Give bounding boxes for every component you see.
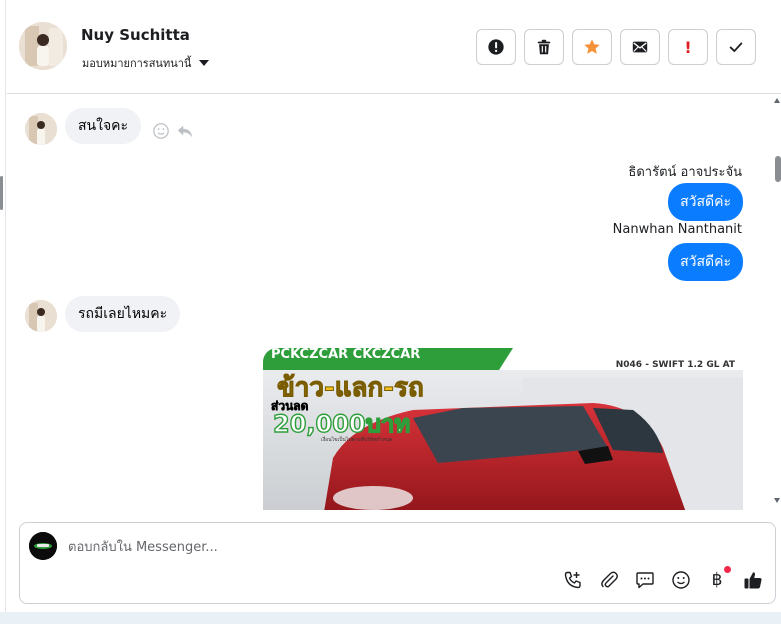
- sender-name: ธิดารัตน์ อาจประจัน: [628, 165, 742, 180]
- thumbs-up-icon: [744, 572, 762, 589]
- exclamation-icon: !: [684, 37, 692, 57]
- image-attachment[interactable]: PCKCZCAR CKCZCAR N046 - SWIFT 1.2 GL AT …: [263, 348, 743, 510]
- trash-icon: [537, 39, 551, 55]
- envelope-icon: [632, 41, 648, 53]
- mark-spam-button[interactable]: [476, 29, 516, 65]
- like-button[interactable]: [742, 569, 764, 591]
- payment-button[interactable]: ฿: [706, 566, 731, 591]
- assign-conversation-dropdown[interactable]: มอบหมายการสนทนานี้: [82, 54, 210, 72]
- scroll-down-arrow-icon[interactable]: [774, 498, 780, 503]
- assign-label: มอบหมายการสนทนานี้: [82, 57, 192, 70]
- notification-dot: [724, 566, 731, 573]
- scrollbar-thumb[interactable]: [775, 156, 781, 182]
- baht-icon: ฿: [711, 570, 723, 590]
- scroll-up-arrow-icon[interactable]: [774, 98, 780, 103]
- incoming-message[interactable]: สนใจคะ: [65, 108, 142, 144]
- conversation-actions: !: [476, 29, 756, 65]
- emoji-button[interactable]: [670, 569, 692, 591]
- banner-top-text: PCKCZCAR CKCZCAR: [271, 348, 420, 362]
- saved-replies-icon: [636, 572, 654, 589]
- mark-unread-button[interactable]: [620, 29, 660, 65]
- star-icon: [584, 39, 600, 54]
- outgoing-message[interactable]: สวัสดีค่ะ: [668, 183, 743, 221]
- message-hover-tools: [152, 122, 194, 140]
- paperclip-icon: [601, 571, 618, 588]
- sender-name: Nanwhan Nanthanit: [612, 222, 742, 237]
- contact-avatar-small[interactable]: [25, 113, 57, 145]
- incoming-message[interactable]: รถมีเลยไหมคะ: [65, 296, 181, 332]
- caret-down-icon: [199, 60, 210, 66]
- star-button[interactable]: [572, 29, 612, 65]
- discount-value: 20,000บาท: [273, 410, 410, 438]
- bottom-strip: [0, 612, 781, 624]
- left-edge-handle[interactable]: [0, 176, 3, 210]
- reply-composer: ฿: [19, 522, 776, 604]
- message-thread[interactable]: สนใจคะ ธิดารัตน์ อาจประจัน สวัสดีค่ะ Nan…: [7, 95, 773, 510]
- composer-toolbar: ฿: [562, 566, 764, 591]
- exclamation-circle-icon: [488, 39, 504, 55]
- outgoing-message[interactable]: สวัสดีค่ะ: [668, 243, 743, 281]
- saved-replies-button[interactable]: [634, 569, 656, 591]
- left-edge-rule: [0, 0, 6, 624]
- page-avatar: [29, 532, 57, 560]
- call-button[interactable]: [562, 569, 584, 591]
- contact-name[interactable]: Nuy Suchitta: [81, 26, 190, 44]
- reply-input[interactable]: [68, 537, 668, 557]
- mark-done-button[interactable]: [716, 29, 756, 65]
- follow-up-button[interactable]: !: [668, 29, 708, 65]
- emoji-icon: [672, 571, 690, 589]
- model-tag-text: N046 - SWIFT 1.2 GL AT: [616, 360, 736, 370]
- react-emoji-icon[interactable]: [152, 122, 170, 140]
- conversation-header: Nuy Suchitta มอบหมายการสนทนานี้ !: [7, 0, 781, 94]
- reply-arrow-icon[interactable]: [176, 122, 194, 140]
- contact-avatar[interactable]: [19, 22, 67, 70]
- fine-print: เงื่อนไขเป็นไปตามที่บริษัทกำหนด: [321, 435, 392, 443]
- delete-button[interactable]: [524, 29, 564, 65]
- attach-file-button[interactable]: [598, 569, 620, 591]
- contact-avatar-small[interactable]: [25, 300, 57, 332]
- check-icon: [729, 42, 743, 52]
- call-icon: [564, 571, 581, 589]
